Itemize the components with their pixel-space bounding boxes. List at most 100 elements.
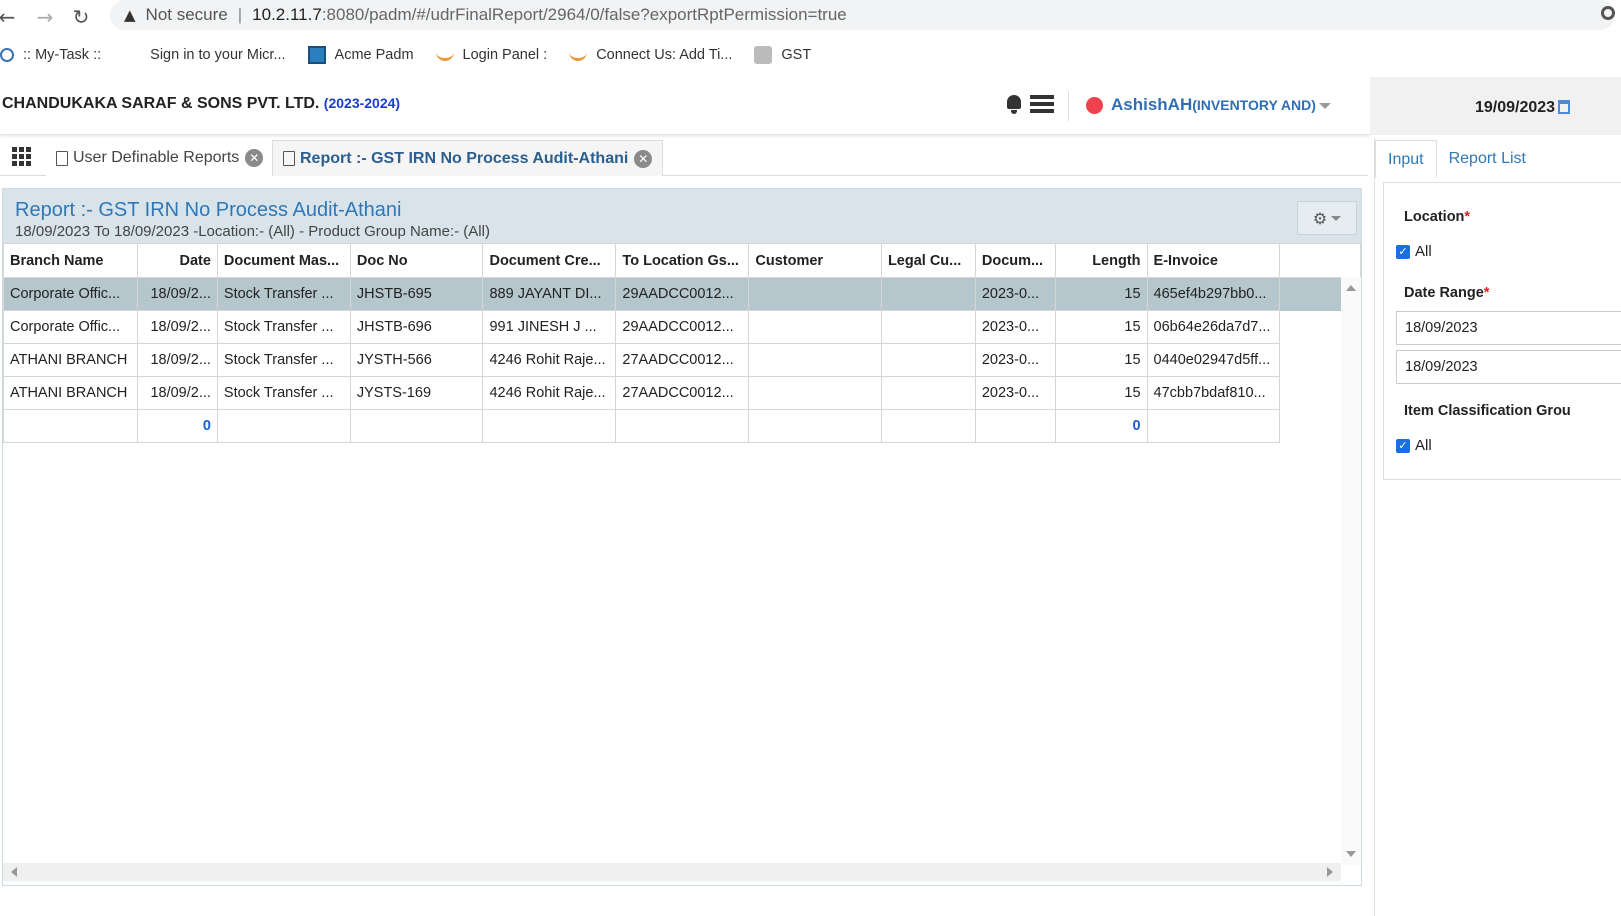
table-cell: JYSTH-566 bbox=[349, 343, 484, 377]
table-cell: Stock Transfer ... bbox=[216, 376, 351, 410]
table-row[interactable]: Corporate Offic... 18/09/2... Stock Transf… bbox=[3, 310, 1361, 344]
extension-gear-icon[interactable] bbox=[1601, 6, 1615, 20]
column-header[interactable]: To Location Gs... bbox=[615, 243, 750, 278]
scroll-left-icon[interactable] bbox=[11, 867, 17, 877]
report-subtitle: 18/09/2023 To 18/09/2023 -Location:- (Al… bbox=[15, 223, 490, 240]
tab-label: User Definable Reports bbox=[73, 149, 240, 166]
settings-dropdown-button[interactable]: ⚙ bbox=[1297, 201, 1357, 235]
scroll-up-icon[interactable] bbox=[1346, 285, 1356, 291]
table-cell: 29AADCC0012... bbox=[615, 277, 750, 311]
bell-icon[interactable] bbox=[1004, 93, 1024, 115]
table-cell: ATHANI BRANCH bbox=[3, 343, 138, 377]
table-row[interactable]: ATHANI BRANCH 18/09/2... Stock Transfer ..… bbox=[3, 343, 1361, 377]
url-path: :8080/padm/#/udrFinalReport/2964/0/false… bbox=[321, 5, 847, 24]
totals-cell bbox=[974, 409, 1056, 443]
app-header: CHANDUKAKA SARAF & SONS PVT. LTD. (2023-… bbox=[0, 77, 1370, 135]
table-cell: 465ef4b297bb0... bbox=[1146, 277, 1280, 311]
url-separator: | bbox=[237, 5, 243, 24]
horizontal-scrollbar[interactable] bbox=[3, 863, 1341, 881]
totals-cell bbox=[349, 409, 484, 443]
vertical-scrollbar[interactable] bbox=[1341, 277, 1361, 865]
table-cell: 29AADCC0012... bbox=[615, 310, 750, 344]
table-cell: 18/09/2... bbox=[136, 277, 218, 311]
back-arrow-icon[interactable]: ← bbox=[0, 2, 15, 32]
tab-report-gst-irn[interactable]: Report :- GST IRN No Process Audit-Athan… bbox=[272, 140, 664, 176]
column-header[interactable]: Branch Name bbox=[3, 243, 138, 278]
flame-icon bbox=[569, 49, 588, 61]
column-header[interactable]: Date bbox=[136, 243, 218, 278]
address-bar[interactable]: ▲ Not secure | 10.2.11.7:8080/padm/#/udr… bbox=[110, 0, 1615, 30]
close-icon[interactable]: ✕ bbox=[634, 149, 653, 168]
bookmark-connect-us[interactable]: Connect Us: Add Ti... bbox=[569, 47, 732, 63]
list-menu-icon[interactable] bbox=[1030, 94, 1054, 114]
table-cell: 06b64e26da7d7... bbox=[1146, 310, 1280, 344]
tab-input[interactable]: Input bbox=[1375, 140, 1437, 178]
column-header[interactable]: Doc No bbox=[349, 243, 484, 278]
table-cell: 4246 Rohit Raje... bbox=[482, 343, 617, 377]
column-header[interactable]: Document Cre... bbox=[482, 243, 617, 278]
table-cell: 2023-0... bbox=[974, 343, 1056, 377]
bookmark-label: Acme Padm bbox=[334, 47, 414, 63]
scroll-right-icon[interactable] bbox=[1327, 867, 1333, 877]
reload-icon[interactable]: ↻ bbox=[64, 2, 98, 32]
user-name: AshishAH bbox=[1111, 95, 1193, 114]
table-cell: 889 JAYANT DI... bbox=[482, 277, 617, 311]
column-header[interactable]: Customer bbox=[748, 243, 882, 278]
date-from-input[interactable]: 18/09/2023 bbox=[1396, 311, 1621, 345]
chevron-down-icon bbox=[1318, 102, 1331, 109]
table-cell bbox=[880, 376, 976, 410]
status-indicator bbox=[1086, 97, 1103, 114]
bookmark-label: :: My-Task :: bbox=[23, 47, 102, 63]
report-title: Report :- GST IRN No Process Audit-Athan… bbox=[15, 199, 402, 221]
tab-report-list[interactable]: Report List bbox=[1437, 140, 1538, 178]
totals-cell bbox=[1146, 409, 1280, 443]
column-header[interactable]: E-Invoice bbox=[1146, 243, 1280, 278]
forward-arrow-icon[interactable]: → bbox=[28, 2, 62, 32]
table-cell: 18/09/2... bbox=[136, 376, 218, 410]
tab-user-definable-reports[interactable]: User Definable Reports ✕ bbox=[46, 140, 275, 176]
table-cell: 2023-0... bbox=[974, 277, 1056, 311]
current-date: 19/09/2023 bbox=[1475, 99, 1556, 116]
bookmark-gst[interactable]: GST bbox=[754, 46, 811, 64]
bookmark-my-task[interactable]: :: My-Task :: bbox=[0, 47, 101, 63]
table-row[interactable]: ATHANI BRANCH 18/09/2... Stock Transfer ..… bbox=[3, 376, 1361, 410]
bookmark-acme-padm[interactable]: Acme Padm bbox=[307, 46, 414, 64]
table-cell: 47cbb7bdaf810... bbox=[1146, 376, 1280, 410]
bookmark-label: Login Panel : bbox=[462, 47, 548, 63]
table-cell: JHSTB-695 bbox=[349, 277, 484, 311]
table-cell: 15 bbox=[1054, 310, 1148, 344]
bookmark-login-panel[interactable]: Login Panel : bbox=[435, 47, 548, 63]
user-menu[interactable]: AshishAH(INVENTORY AND) bbox=[1111, 95, 1331, 115]
bookmark-microsoft[interactable]: Sign in to your Micr... bbox=[123, 46, 285, 64]
company-name: CHANDUKAKA SARAF & SONS PVT. LTD. (2023-… bbox=[2, 95, 400, 113]
divider bbox=[1068, 91, 1069, 121]
table-cell bbox=[880, 310, 976, 344]
column-header[interactable]: Document Mas... bbox=[216, 243, 351, 278]
checkbox-label: All bbox=[1415, 437, 1432, 454]
totals-cell bbox=[3, 409, 138, 443]
column-header[interactable]: Length bbox=[1054, 243, 1148, 278]
calendar-icon[interactable] bbox=[1558, 100, 1570, 114]
checkbox-checked-icon: ✓ bbox=[1396, 244, 1410, 259]
date-to-input[interactable]: 18/09/2023 bbox=[1396, 350, 1621, 384]
report-panel: Report :- GST IRN No Process Audit-Athan… bbox=[2, 188, 1362, 886]
totals-row: 00 bbox=[3, 409, 1361, 443]
scroll-down-icon[interactable] bbox=[1346, 851, 1356, 857]
column-header[interactable]: Docum... bbox=[974, 243, 1056, 278]
emblem-icon bbox=[754, 46, 773, 64]
table-cell: 15 bbox=[1054, 376, 1148, 410]
table-cell: 27AADCC0012... bbox=[615, 343, 750, 377]
apps-grid-icon[interactable] bbox=[12, 147, 31, 166]
item-classification-all-checkbox[interactable]: ✓ All bbox=[1396, 437, 1432, 454]
location-all-checkbox[interactable]: ✓ All bbox=[1396, 243, 1432, 260]
table-cell: Stock Transfer ... bbox=[216, 310, 351, 344]
bookmark-label: Connect Us: Add Ti... bbox=[596, 47, 733, 63]
column-header[interactable]: Legal Cu... bbox=[880, 243, 976, 278]
totals-cell bbox=[880, 409, 976, 443]
date-range-label: Date Range* bbox=[1404, 285, 1489, 301]
table-cell: 4246 Rohit Raje... bbox=[482, 376, 617, 410]
close-icon[interactable]: ✕ bbox=[245, 149, 264, 167]
location-label-text: Location bbox=[1404, 209, 1465, 225]
table-row[interactable]: Corporate Offic... 18/09/2... Stock Transf… bbox=[3, 277, 1361, 311]
table-cell: 18/09/2... bbox=[136, 343, 218, 377]
